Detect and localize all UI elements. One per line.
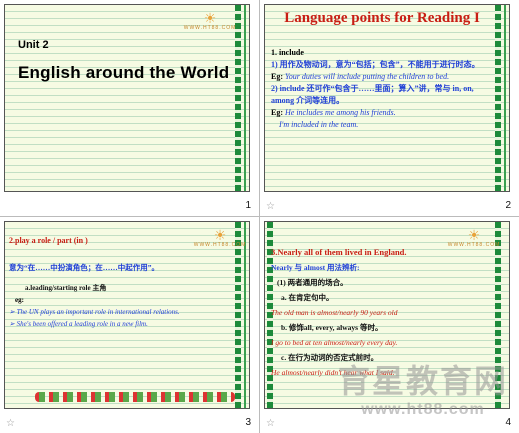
- point-heading: 1. include: [271, 48, 304, 57]
- slide-thumbnail-2[interactable]: Language points for Reading I 1. include…: [260, 0, 519, 216]
- sun-logo-icon: ☀ WWW.HT88.COM: [193, 227, 247, 248]
- bullet-icon: ➢: [9, 308, 15, 316]
- example-line: Eg: Your duties will include putting the…: [271, 72, 450, 81]
- slide-title: Language points for Reading I: [284, 10, 480, 26]
- usage-note: 意为“在……中扮演角色；在……中起作用”。: [9, 263, 159, 272]
- slide-body: 1. include 1) 用作及物动词，意为“包括；包含”，不能用于进行时态。…: [271, 47, 491, 131]
- point-heading: 2.play a role / part (in ): [9, 236, 88, 245]
- star-icon: ☆: [266, 418, 275, 429]
- star-icon: ☆: [266, 201, 275, 212]
- usage-note: 1) 用作及物动词，意为“包括；包含”，不能用于进行时态。: [271, 60, 480, 69]
- decorative-line: [244, 5, 246, 191]
- sun-logo-icon: ☀ WWW.HT88.COM: [447, 227, 501, 248]
- unit-label: Unit 2: [18, 39, 49, 51]
- example-label: eg:: [15, 296, 24, 304]
- usage-note: b. 修饰all, every, always 等时。: [281, 323, 383, 332]
- slide-number: 1: [245, 200, 251, 211]
- bullet-icon: ➢: [9, 320, 15, 328]
- sun-logo-icon: ☀ WWW.HT88.COM: [183, 10, 237, 31]
- slide-number: 3: [245, 417, 251, 428]
- flower-border-decoration: [35, 392, 235, 402]
- example-line: I go to bed at ten almost/nearly every d…: [271, 338, 398, 347]
- slide-canvas: ☀ WWW.HT88.COM Unit 2 English around the…: [4, 4, 250, 192]
- slide-title: English around the World: [18, 63, 230, 82]
- slide-thumbnail-3[interactable]: ☀ WWW.HT88.COM 2.play a role / part (in …: [0, 217, 259, 433]
- slide-number: 2: [505, 200, 511, 211]
- example-line: The old man is almost/nearly 90 years ol…: [271, 308, 398, 317]
- decorative-stripe: [495, 5, 501, 191]
- example-line: I'm included in the team.: [279, 120, 359, 129]
- usage-note: (1) 两者通用的场合。: [277, 278, 348, 287]
- slide-canvas: Language points for Reading I 1. include…: [264, 4, 510, 192]
- usage-note: a.leading/starting role 主角: [25, 284, 107, 292]
- slide-canvas: ☀ WWW.HT88.COM 2.play a role / part (in …: [4, 221, 250, 409]
- decorative-line: [504, 5, 506, 191]
- slide-thumbnail-1[interactable]: ☀ WWW.HT88.COM Unit 2 English around the…: [0, 0, 259, 216]
- usage-note: 2) include 还可作“包含于……里面；算入”讲，常与 in, on, a…: [271, 84, 474, 105]
- star-icon: ☆: [6, 418, 15, 429]
- example-line: ➢ The UN plays an important role in inte…: [9, 308, 180, 316]
- usage-note: a. 在肯定句中。: [281, 293, 334, 302]
- point-heading: 3.Nearly all of them lived in England.: [271, 247, 407, 257]
- example-line: ➢ She's been offered a leading role in a…: [9, 320, 148, 328]
- site-watermark: 育星教育网 www.ht88.com: [337, 362, 508, 418]
- slide-body: 意为“在……中扮演角色；在……中起作用”。 a.leading/starting…: [9, 262, 245, 330]
- example-line: Eg: He includes me among his friends.: [271, 108, 396, 117]
- usage-note: Nearly 与 almost 用法辨析:: [271, 263, 360, 272]
